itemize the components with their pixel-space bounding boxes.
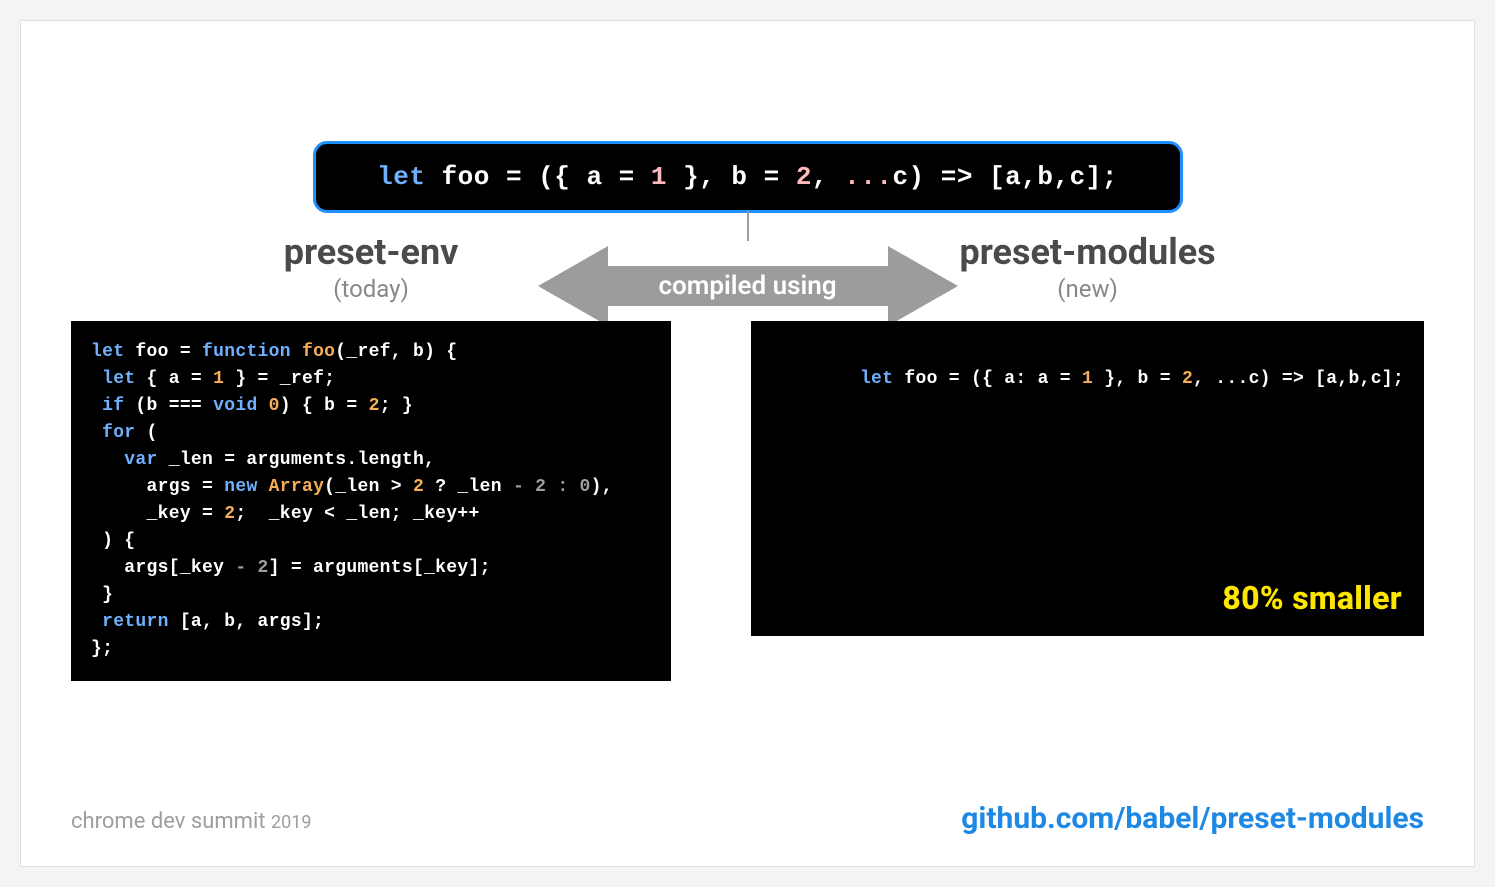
arrow-label: compiled using bbox=[658, 271, 836, 301]
size-badge: 80% smaller bbox=[1222, 574, 1402, 622]
right-code-block: let foo = ({ a: a = 1 }, b = 2, ...c) =>… bbox=[751, 321, 1424, 636]
event-label: chrome dev summit 2019 bbox=[71, 809, 311, 834]
slide: let foo = ({ a = 1 }, b = 2, ...c) => [a… bbox=[20, 20, 1475, 867]
left-code-block: let foo = function foo(_ref, b) { let { … bbox=[71, 321, 671, 681]
connector-line bbox=[747, 211, 749, 241]
event-name: chrome dev summit bbox=[71, 809, 266, 834]
event-year: 2019 bbox=[271, 812, 311, 833]
slide-footer: chrome dev summit 2019 github.com/babel/… bbox=[71, 801, 1424, 836]
double-arrow-icon: compiled using bbox=[538, 241, 958, 331]
source-code-block: let foo = ({ a = 1 }, b = 2, ...c) => [a… bbox=[313, 141, 1183, 213]
repo-link[interactable]: github.com/babel/preset-modules bbox=[961, 801, 1424, 836]
